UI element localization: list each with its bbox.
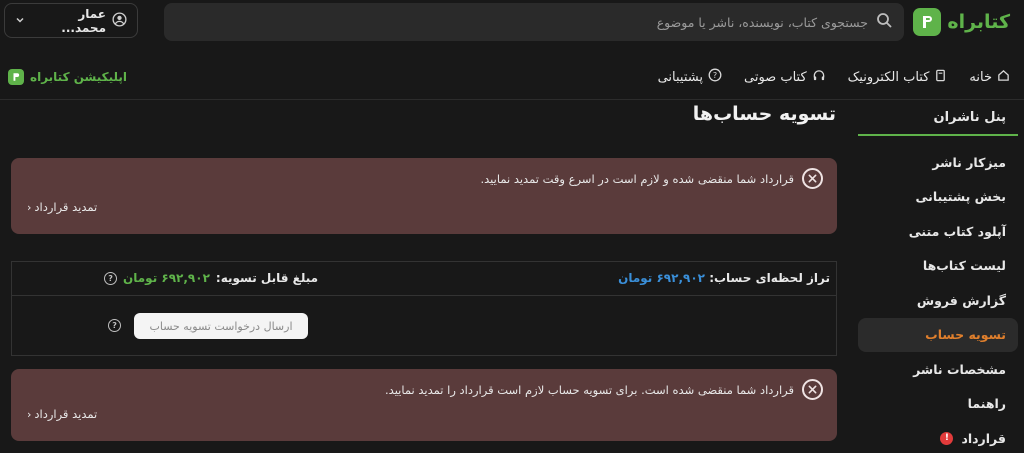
send-settlement-request-button[interactable]: ارسال درخواست تسویه حساب — [134, 313, 308, 339]
sidebar-item-label: قرارداد — [961, 430, 1006, 446]
balance-summary-row: تراز لحظه‌ای حساب: ۶۹۲,۹۰۲ تومان مبلغ قا… — [12, 262, 836, 296]
page-title: تسویه حساب‌ها — [692, 103, 836, 125]
headphones-icon — [812, 69, 826, 86]
sidebar-menu: میزکار ناشر بخش پشتیبانی آپلود کتاب متنی… — [858, 145, 1018, 453]
nav-support[interactable]: ? پشتیبانی — [658, 68, 722, 86]
sidebar-item-label: بخش پشتیبانی — [915, 189, 1006, 205]
user-menu-button[interactable]: عمار محمد... — [4, 3, 138, 38]
current-balance-label: تراز لحظه‌ای حساب: — [709, 271, 830, 285]
sidebar-item-dashboard[interactable]: میزکار ناشر — [858, 145, 1018, 180]
chevron-left-icon: ‹ — [27, 407, 32, 421]
search-icon[interactable] — [876, 12, 892, 32]
sidebar-item-label: مشخصات ناشر — [913, 361, 1006, 377]
contract-expired-alert: قرارداد شما منقضی شده و لازم است در اسرع… — [11, 158, 837, 234]
main-nav-row: خانه کتاب الکترونیک کتاب صوتی ? پشتیبانی — [0, 58, 1024, 96]
sidebar-item-upload-text-book[interactable]: آپلود کتاب متنی — [858, 214, 1018, 249]
user-avatar-icon — [112, 11, 127, 30]
nav-audiobook[interactable]: کتاب صوتی — [744, 69, 826, 86]
chevron-down-icon — [15, 14, 25, 28]
help-icon: ? — [708, 68, 722, 86]
chevron-left-icon: ‹ — [27, 200, 32, 214]
search-input[interactable] — [164, 14, 876, 30]
sidebar-title: پنل ناشران — [858, 100, 1018, 136]
warning-badge-icon: ! — [940, 431, 954, 445]
settlement-contract-alert: قرارداد شما منقضی شده است. برای تسویه حس… — [11, 369, 837, 441]
sidebar-item-label: گزارش فروش — [916, 292, 1006, 308]
renew-contract-link[interactable]: تمدید قرارداد ‹ — [27, 407, 97, 421]
sidebar-item-label: تسویه حساب — [925, 327, 1006, 343]
ebook-icon — [934, 69, 947, 86]
settleable-amount-value: ۶۹۲,۹۰۲ تومان — [123, 271, 210, 285]
app-link-label: اپلیکیشن کتابراه — [30, 70, 128, 84]
renew-contract-link[interactable]: تمدید قرارداد ‹ — [27, 200, 97, 214]
nav-home[interactable]: خانه — [969, 69, 1010, 86]
nav-support-label: پشتیبانی — [657, 69, 703, 85]
alert-message: قرارداد شما منقضی شده است. برای تسویه حس… — [385, 382, 794, 397]
publisher-sidebar: پنل ناشران میزکار ناشر بخش پشتیبانی آپلو… — [858, 100, 1018, 453]
sidebar-item-label: لیست کتاب‌ها — [922, 258, 1006, 274]
sidebar-item-contract[interactable]: قرارداد ! — [858, 421, 1018, 453]
nav-audiobook-label: کتاب صوتی — [744, 69, 807, 85]
book-logo-icon — [913, 8, 942, 36]
sidebar-item-settlement[interactable]: تسویه حساب — [858, 317, 1018, 352]
renew-contract-label: تمدید قرارداد — [34, 407, 98, 421]
home-icon — [997, 69, 1010, 86]
app-root: کتابراه عمار محمد... — [0, 0, 1024, 453]
user-name: عمار محمد... — [61, 6, 106, 35]
current-balance: تراز لحظه‌ای حساب: ۶۹۲,۹۰۲ تومان — [618, 271, 830, 285]
main-nav: خانه کتاب الکترونیک کتاب صوتی ? پشتیبانی — [658, 58, 1010, 96]
alert-message-row: قرارداد شما منقضی شده و لازم است در اسرع… — [25, 168, 823, 189]
help-circle-icon[interactable]: ? — [104, 271, 117, 285]
sidebar-item-publisher-profile[interactable]: مشخصات ناشر — [858, 352, 1018, 387]
sidebar-item-guide[interactable]: راهنما — [858, 387, 1018, 422]
search-bar — [164, 3, 904, 41]
top-bar: کتابراه عمار محمد... — [0, 0, 1024, 44]
error-circle-icon — [802, 379, 823, 400]
sidebar-item-support[interactable]: بخش پشتیبانی — [858, 180, 1018, 215]
sidebar-item-label: راهنما — [967, 396, 1006, 412]
nav-ebook-label: کتاب الکترونیک — [847, 69, 930, 85]
sidebar-item-book-list[interactable]: لیست کتاب‌ها — [858, 249, 1018, 284]
settleable-amount: مبلغ قابل تسویه: ۶۹۲,۹۰۲ تومان ? — [104, 271, 318, 285]
error-circle-icon — [802, 168, 823, 189]
brand-name: کتابراه — [947, 11, 1010, 33]
app-logo-icon — [8, 69, 24, 85]
alert-message-row: قرارداد شما منقضی شده است. برای تسویه حس… — [25, 379, 823, 400]
renew-contract-label: تمدید قرارداد — [34, 200, 98, 214]
app-download-link[interactable]: اپلیکیشن کتابراه — [8, 58, 127, 96]
alert-message: قرارداد شما منقضی شده و لازم است در اسرع… — [480, 171, 794, 186]
sidebar-item-label: میزکار ناشر — [932, 154, 1006, 170]
sidebar-item-label: آپلود کتاب متنی — [908, 223, 1006, 239]
settleable-amount-label: مبلغ قابل تسویه: — [215, 271, 319, 285]
nav-home-label: خانه — [969, 69, 992, 85]
balance-panel: تراز لحظه‌ای حساب: ۶۹۲,۹۰۲ تومان مبلغ قا… — [11, 261, 837, 356]
settlement-help-icon[interactable]: ? — [108, 319, 121, 332]
svg-text:?: ? — [713, 71, 717, 80]
current-balance-value: ۶۹۲,۹۰۲ تومان — [618, 271, 705, 285]
nav-ebook[interactable]: کتاب الکترونیک — [848, 69, 948, 86]
brand-logo[interactable]: کتابراه — [913, 6, 1010, 38]
sidebar-item-sales-report[interactable]: گزارش فروش — [858, 283, 1018, 318]
